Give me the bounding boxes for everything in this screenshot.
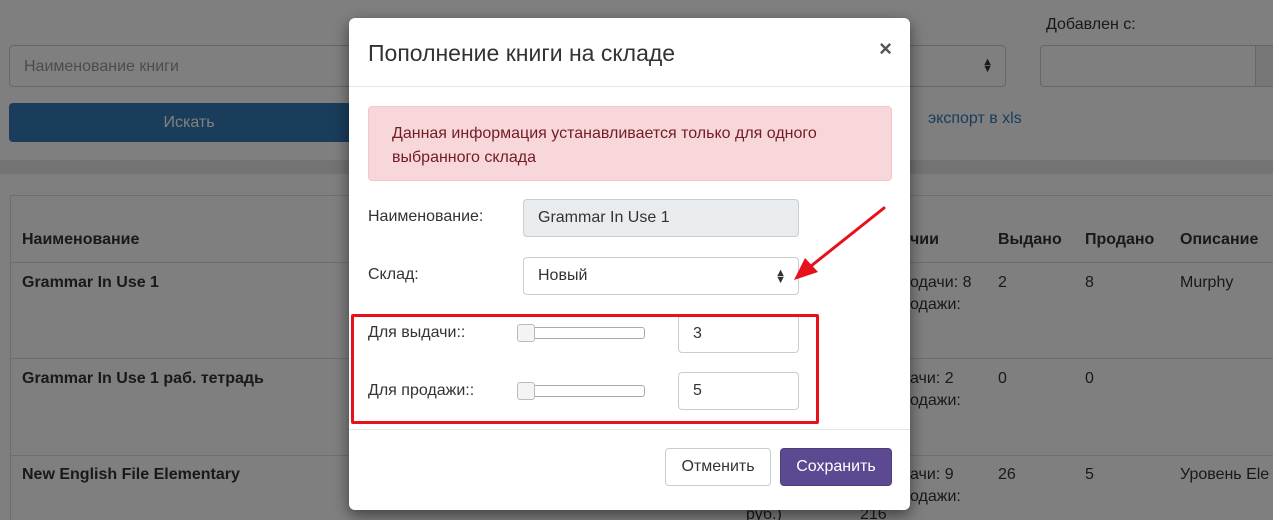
select-caret-icon: ▲▼ — [775, 267, 786, 286]
modal-title: Пополнение книги на складе — [368, 40, 676, 66]
warehouse-select[interactable]: Новый ▲ ▼ — [523, 257, 799, 295]
name-label: Наименование: — [368, 208, 484, 225]
restock-modal: Пополнение книги на складе × Данная инфо… — [349, 18, 910, 510]
info-alert: Данная информация устанавливается только… — [368, 106, 892, 181]
warehouse-label: Склад: — [368, 266, 419, 283]
save-button[interactable]: Сохранить — [780, 448, 892, 486]
annotation-highlight-box — [351, 314, 819, 424]
name-field: Grammar In Use 1 — [523, 199, 799, 237]
warehouse-select-value: Новый — [538, 267, 588, 284]
modal-footer-divider — [349, 429, 910, 430]
cancel-button[interactable]: Отменить — [665, 448, 771, 486]
modal-header: Пополнение книги на складе × — [349, 18, 910, 87]
close-icon[interactable]: × — [879, 38, 892, 60]
